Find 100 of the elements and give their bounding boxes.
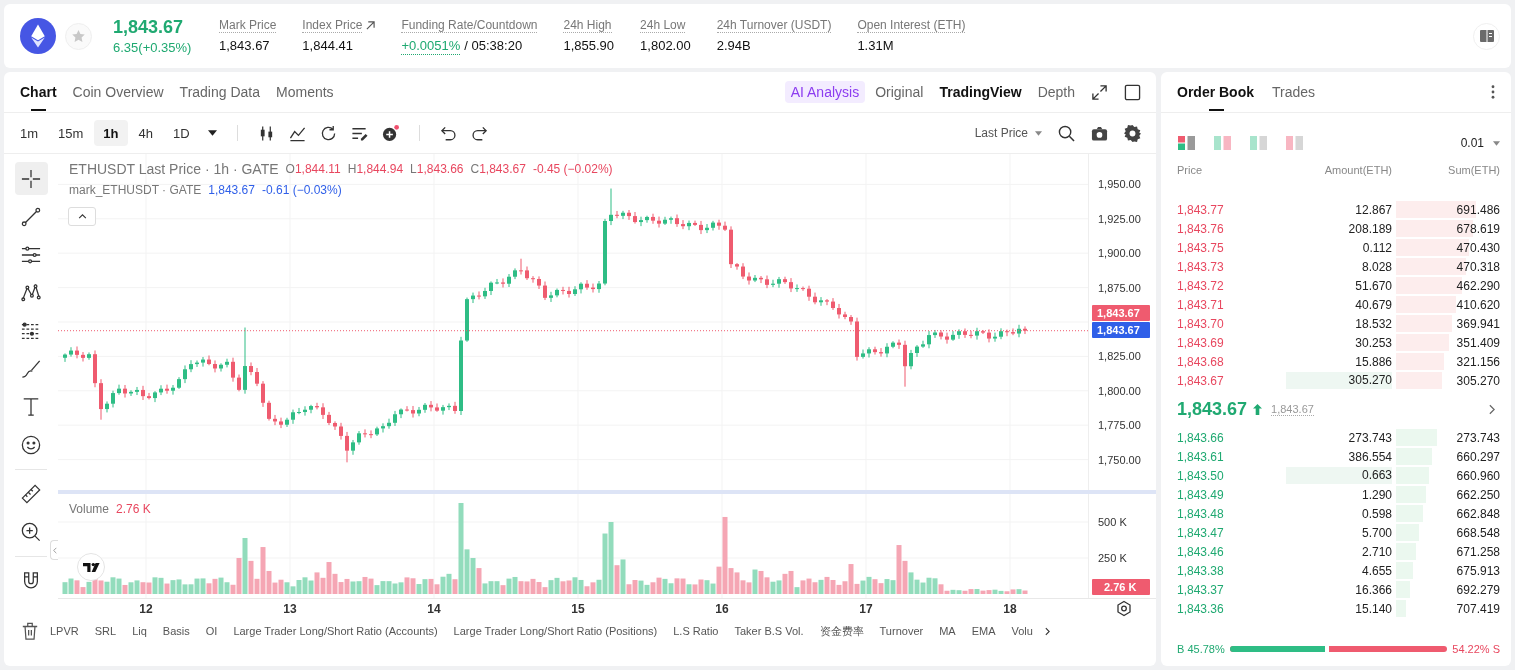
volume-title: Volume — [69, 502, 110, 516]
amount-cell: 40.679 — [1355, 297, 1392, 312]
guide-button[interactable] — [1473, 22, 1500, 50]
time-axis-label: 13 — [283, 602, 297, 616]
legend-change: -0.61 (−0.03%) — [261, 183, 342, 197]
collapse-legend-button[interactable] — [68, 207, 96, 226]
price-axis-label: 1,775.00 — [1098, 419, 1141, 432]
interval-tab[interactable]: 4h — [129, 120, 162, 146]
price-axis-label: 1,925.00 — [1098, 212, 1141, 225]
search-icon[interactable] — [1058, 124, 1075, 142]
sum-cell: 671.258 — [1456, 544, 1500, 559]
indicator-tab[interactable]: Large Trader Long/Short Ratio (Positions) — [453, 625, 658, 637]
book-icon — [1479, 30, 1494, 42]
tab[interactable]: Trades — [1272, 72, 1316, 112]
last-price: 1,843.67 — [1177, 398, 1248, 420]
funding-rate: +0.0051% — [401, 37, 461, 55]
indicator-tab[interactable]: Turnover — [879, 625, 924, 637]
interval-tab[interactable]: 1m — [11, 120, 48, 146]
indicator-tab[interactable]: L.S Ratio — [673, 625, 719, 637]
interval-tab[interactable]: 1D — [164, 120, 199, 146]
price-axis-label: 1,750.00 — [1098, 453, 1141, 466]
view-tab[interactable]: Depth — [1037, 84, 1075, 100]
volume-value: 2.76 K — [116, 502, 151, 516]
trash-icon — [21, 622, 39, 640]
price-source-dropdown[interactable]: Last Price — [974, 126, 1042, 140]
indicator-tab[interactable]: SRL — [94, 625, 117, 637]
horizontal-lines-icon — [21, 244, 41, 265]
interval-tab[interactable]: 1h — [94, 120, 128, 146]
indicator-tab[interactable]: Large Trader Long/Short Ratio (Accounts) — [233, 625, 438, 637]
chevron-left-icon — [52, 546, 57, 554]
tab[interactable]: Trading Data — [179, 72, 260, 112]
tab[interactable]: Moments — [276, 72, 334, 112]
bid-price: 1,843.66 — [1177, 430, 1224, 445]
price-change: 6.35(+0.35%) — [113, 39, 192, 56]
interval-tab[interactable]: 15m — [49, 120, 93, 146]
drawing-tool-button[interactable] — [14, 162, 48, 195]
indicator-tab[interactable]: Liq — [132, 625, 147, 637]
sum-cell: 660.960 — [1456, 468, 1500, 483]
square-icon[interactable] — [1124, 83, 1141, 101]
bid-price: 1,843.49 — [1177, 487, 1224, 502]
countdown: / 05:38:20 — [464, 38, 523, 54]
sum-cell: 668.548 — [1456, 525, 1500, 540]
precision-dropdown[interactable]: 0.01 — [1460, 136, 1500, 150]
indicator-tab[interactable]: Volu — [1011, 625, 1033, 637]
amount-cell: 0.598 — [1361, 506, 1392, 521]
view-tab[interactable]: Original — [875, 84, 924, 100]
bid-price: 1,843.47 — [1177, 525, 1224, 540]
caret-icon — [1493, 140, 1500, 146]
bid-price: 1,843.50 — [1177, 468, 1224, 483]
indicator-tab[interactable]: EMA — [971, 625, 996, 637]
amount-cell: 8.028 — [1361, 259, 1392, 274]
book-layout-icon[interactable] — [1178, 136, 1195, 150]
rotate-icon[interactable] — [319, 124, 337, 142]
camera-icon[interactable] — [1091, 124, 1108, 142]
time-axis-label: 12 — [139, 602, 153, 616]
indicator-tab[interactable]: Basis — [162, 625, 190, 637]
logo-icon[interactable] — [77, 553, 105, 581]
column-header: Amount(ETH) — [1324, 163, 1392, 176]
indicator-tab[interactable]: 资金费率 — [819, 623, 864, 639]
delete-drawings-button[interactable] — [20, 620, 40, 642]
legend-title: mark_ETHUSDT · GATE — [69, 183, 202, 197]
coin-logo-icon — [20, 18, 56, 54]
undo-icon[interactable] — [439, 124, 457, 142]
indicator-tab[interactable]: OI — [205, 625, 218, 637]
chevron-right-icon[interactable] — [1044, 626, 1050, 636]
redo-icon[interactable] — [470, 124, 488, 142]
tab[interactable]: Chart — [20, 72, 57, 112]
indicator-tab[interactable]: MA — [939, 625, 956, 637]
sum-cell: 305.270 — [1456, 373, 1500, 388]
tab[interactable]: Coin Overview — [72, 72, 164, 112]
amount-cell: 5.700 — [1361, 525, 1392, 540]
indicator-tab[interactable]: Taker B.S Vol. — [734, 625, 804, 637]
amount-cell: 30.253 — [1355, 335, 1392, 350]
amount-cell: 0.663 — [1286, 467, 1392, 484]
view-tab[interactable]: TradingView — [939, 84, 1022, 100]
brush-icon — [21, 358, 41, 379]
chevron-up-icon — [77, 214, 87, 219]
caret-icon[interactable] — [207, 130, 217, 136]
stat-label: 24h High — [563, 18, 612, 33]
ask-price: 1,843.72 — [1177, 278, 1224, 293]
ai-analysis-tab[interactable]: AI Analysis — [784, 81, 866, 103]
sum-cell: 470.318 — [1456, 259, 1500, 274]
arrow-up-right-icon[interactable] — [366, 21, 376, 30]
sum-cell: 675.913 — [1456, 563, 1500, 578]
more-icon[interactable] — [1491, 85, 1495, 99]
ohlc-value: H1,844.94 — [347, 162, 404, 176]
indicator-tab[interactable]: LPVR — [50, 625, 79, 637]
tab[interactable]: Order Book — [1177, 72, 1254, 112]
bid-price: 1,843.61 — [1177, 449, 1224, 464]
amount-cell: 16.366 — [1355, 582, 1392, 597]
expand-icon[interactable] — [1091, 83, 1108, 101]
price-axis-label: 1,875.00 — [1098, 281, 1141, 294]
stat-label: 24h Low — [640, 18, 686, 33]
amount-cell: 1.290 — [1361, 487, 1392, 502]
settings-icon[interactable] — [1124, 124, 1141, 142]
amount-cell: 305.270 — [1286, 372, 1392, 389]
hexagon-settings-icon[interactable] — [1117, 600, 1131, 617]
chevron-right-icon[interactable] — [1489, 403, 1495, 415]
column-header: Price — [1177, 163, 1203, 176]
plus-circle-icon[interactable] — [381, 124, 399, 142]
